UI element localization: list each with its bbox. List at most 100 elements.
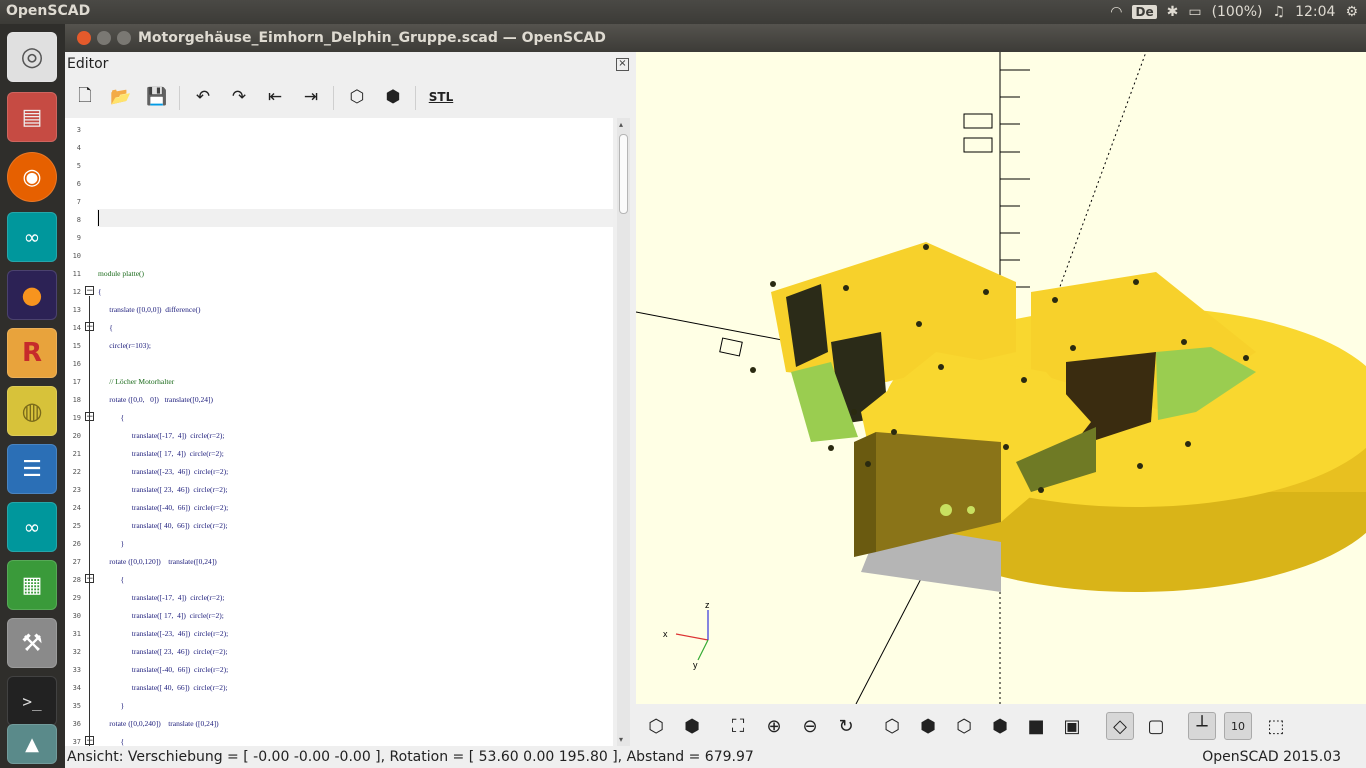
terminal-icon[interactable]: >_: [7, 676, 57, 726]
code-line: {: [98, 575, 125, 584]
redo-icon[interactable]: ↷: [225, 84, 253, 110]
view-bottom-icon[interactable]: ⬡: [950, 712, 978, 740]
editor-close-button[interactable]: ×: [616, 58, 629, 71]
dash-home-icon[interactable]: ◎: [7, 32, 57, 82]
line-number: 25: [72, 522, 81, 530]
render-icon[interactable]: ⬢: [678, 712, 706, 740]
view-front-icon[interactable]: ■: [1022, 712, 1050, 740]
current-line-highlight: [97, 209, 613, 227]
zoom-out-icon[interactable]: ⊖: [796, 712, 824, 740]
line-number: 29: [72, 594, 81, 602]
window-minimize-button[interactable]: [97, 31, 111, 45]
updater-icon[interactable]: ▲: [7, 724, 57, 764]
line-number: 16: [72, 360, 81, 368]
eclipse-icon[interactable]: ●: [7, 270, 57, 320]
line-number: 14: [72, 324, 81, 332]
preview-icon[interactable]: ⬡: [642, 712, 670, 740]
export-stl-button[interactable]: STL: [427, 84, 455, 110]
code-line: }: [98, 701, 125, 710]
line-number: 17: [72, 378, 81, 386]
keyboard-layout-indicator[interactable]: De: [1132, 5, 1157, 19]
battery-percent[interactable]: (100%): [1212, 4, 1263, 20]
code-line: module platte(): [98, 269, 145, 278]
line-number: 7: [76, 198, 81, 206]
files-icon[interactable]: ▤: [7, 92, 57, 142]
line-number: 23: [72, 486, 81, 494]
line-number: 9: [76, 234, 81, 242]
system-tray: ◠ De ✱ ▭ (100%) ♫ 12:04 ⚙: [1110, 0, 1358, 24]
perspective-icon[interactable]: ◇: [1106, 712, 1134, 740]
code-line: translate([ 40, 66]) circle(r=2);: [98, 683, 228, 692]
line-gutter: 3456789101112−1314−1516171819−2021222324…: [65, 118, 97, 746]
render-icon[interactable]: ⬢: [379, 84, 407, 110]
undo-icon[interactable]: ↶: [189, 84, 217, 110]
code-line: circle(r=103);: [98, 341, 151, 350]
3d-viewport[interactable]: x z y: [636, 52, 1366, 704]
line-number: 18: [72, 396, 81, 404]
code-line: rotate ([0,0,120]) translate([0,24]): [98, 557, 217, 566]
line-number: 26: [72, 540, 81, 548]
code-line: translate([ 23, 46]) circle(r=2);: [98, 485, 228, 494]
code-line: {: [98, 287, 102, 296]
scroll-down-icon[interactable]: ▾: [619, 735, 623, 744]
view-all-icon[interactable]: ⛶: [724, 712, 752, 740]
scrollbar-thumb[interactable]: [619, 134, 628, 214]
wifi-icon[interactable]: ◠: [1110, 4, 1122, 20]
arduino-icon[interactable]: ∞: [7, 502, 57, 552]
openscad-icon[interactable]: ◍: [7, 386, 57, 436]
line-number: 32: [72, 648, 81, 656]
scroll-up-icon[interactable]: ▴: [619, 120, 623, 129]
volume-icon[interactable]: ♫: [1273, 4, 1286, 20]
line-number: 11: [72, 270, 81, 278]
calc-icon[interactable]: ▦: [7, 560, 57, 610]
show-scale-markers-icon[interactable]: 10: [1224, 712, 1252, 740]
window-close-button[interactable]: [77, 31, 91, 45]
clock[interactable]: 12:04: [1295, 4, 1335, 20]
editor-scrollbar[interactable]: ▴ ▾: [617, 118, 630, 746]
window-maximize-button[interactable]: [117, 31, 131, 45]
preview-icon[interactable]: ⬡: [343, 84, 371, 110]
code-editor[interactable]: 3456789101112−1314−1516171819−2021222324…: [65, 118, 613, 746]
indent-icon[interactable]: ⇥: [297, 84, 325, 110]
status-bar: Ansicht: Verschiebung = [ -0.00 -0.00 -0…: [65, 746, 1366, 768]
line-number: 30: [72, 612, 81, 620]
line-number: 21: [72, 450, 81, 458]
code-line: rotate ([0,0,240]) translate ([0,24]): [98, 719, 219, 728]
code-line: translate([-17, 4]) circle(r=2);: [98, 593, 225, 602]
line-number: 10: [72, 252, 81, 260]
reset-view-icon[interactable]: ↻: [832, 712, 860, 740]
line-number: 12: [72, 288, 81, 296]
firefox-icon[interactable]: ◉: [7, 152, 57, 202]
line-number: 34: [72, 684, 81, 692]
unindent-icon[interactable]: ⇤: [261, 84, 289, 110]
arduino-icon[interactable]: ∞: [7, 212, 57, 262]
view-back-icon[interactable]: ▣: [1058, 712, 1086, 740]
settings-icon[interactable]: ⚒: [7, 618, 57, 668]
window-title: Motorgehäuse_Eimhorn_Delphin_Gruppe.scad…: [138, 30, 606, 46]
show-edges-icon[interactable]: ⬚: [1262, 712, 1290, 740]
view-top-icon[interactable]: ⬢: [914, 712, 942, 740]
view-left-icon[interactable]: ⬢: [986, 712, 1014, 740]
orthogonal-icon[interactable]: ▢: [1142, 712, 1170, 740]
line-number: 6: [76, 180, 81, 188]
bluetooth-icon[interactable]: ✱: [1167, 4, 1179, 20]
view-right-icon[interactable]: ⬡: [878, 712, 906, 740]
save-icon[interactable]: 💾: [143, 84, 171, 110]
code-line: {: [98, 737, 125, 746]
code-line: translate([ 23, 46]) circle(r=2);: [98, 647, 228, 656]
code-line: translate([-40, 66]) circle(r=2);: [98, 503, 229, 512]
show-axes-icon[interactable]: ┴: [1188, 712, 1216, 740]
new-file-icon[interactable]: 🗋: [71, 84, 99, 110]
scale-markers-badge: 10: [1231, 719, 1245, 733]
top-panel: OpenSCAD ◠ De ✱ ▭ (100%) ♫ 12:04 ⚙: [0, 0, 1366, 24]
writer-icon[interactable]: ☰: [7, 444, 57, 494]
battery-icon[interactable]: ▭: [1188, 4, 1201, 20]
rstudio-icon[interactable]: R: [7, 328, 57, 378]
line-number: 28: [72, 576, 81, 584]
gear-icon[interactable]: ⚙: [1345, 4, 1358, 20]
open-file-icon[interactable]: 📂: [107, 84, 135, 110]
axis-x-label: x: [663, 629, 668, 639]
fold-toggle-icon[interactable]: −: [85, 286, 94, 296]
line-number: 20: [72, 432, 81, 440]
zoom-in-icon[interactable]: ⊕: [760, 712, 788, 740]
